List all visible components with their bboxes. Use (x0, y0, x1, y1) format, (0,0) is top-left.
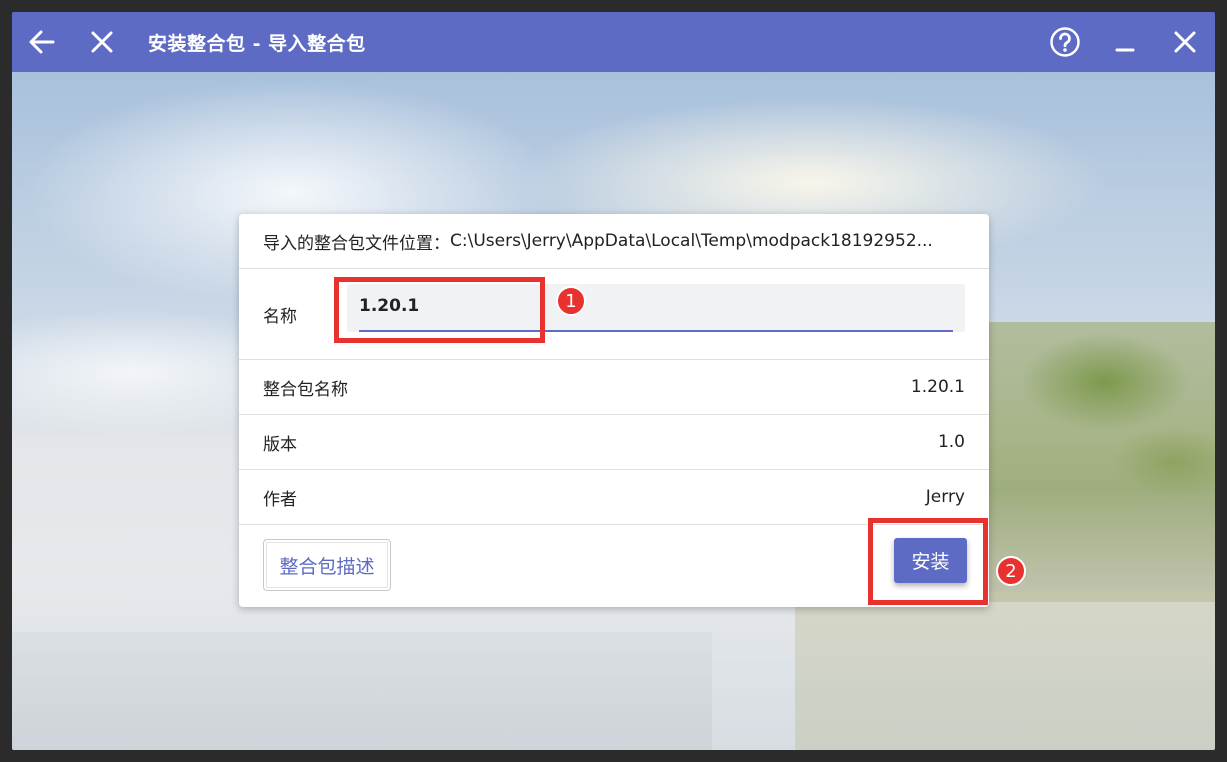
close-window-button[interactable] (1155, 12, 1215, 72)
back-button[interactable] (12, 12, 72, 72)
close-page-button[interactable] (72, 12, 132, 72)
version-label: 版本 (263, 434, 297, 455)
background-trees (955, 322, 1215, 602)
highlight-box-install-button (868, 518, 988, 605)
modpack-name-label: 整合包名称 (263, 379, 348, 400)
file-location-label: 导入的整合包文件位置： (263, 233, 450, 254)
background-water (12, 632, 712, 750)
background-shore (795, 592, 1215, 750)
name-label: 名称 (263, 306, 297, 327)
file-location-value: C:\Users\Jerry\AppData\Local\Temp\modpac… (450, 231, 933, 251)
minimize-icon (1115, 48, 1135, 52)
info-row-version: 版本 1.0 (239, 415, 989, 470)
modpack-name-value: 1.20.1 (910, 377, 965, 397)
info-row-author: 作者 Jerry (239, 470, 989, 525)
app-window: 安装整合包 - 导入整合包 导入的整合包文件位置： C:\Users\Jerry… (12, 12, 1215, 750)
modpack-description-button[interactable]: 整合包描述 (263, 539, 391, 591)
author-label: 作者 (263, 489, 297, 510)
close-icon (1174, 31, 1196, 53)
title-bar: 安装整合包 - 导入整合包 (12, 12, 1215, 72)
help-button[interactable] (1035, 12, 1095, 72)
window-title: 安装整合包 - 导入整合包 (148, 32, 366, 55)
annotation-marker-2: 2 (996, 556, 1026, 586)
background-scene: 导入的整合包文件位置： C:\Users\Jerry\AppData\Local… (12, 72, 1215, 750)
highlight-box-name-input (334, 277, 545, 343)
author-value: Jerry (925, 487, 965, 507)
arrow-left-icon (29, 30, 55, 54)
info-row-modpack-name: 整合包名称 1.20.1 (239, 360, 989, 415)
minimize-button[interactable] (1095, 12, 1155, 72)
version-value: 1.0 (937, 432, 965, 452)
file-location-row: 导入的整合包文件位置： C:\Users\Jerry\AppData\Local… (239, 214, 989, 269)
close-icon (91, 31, 113, 53)
help-circle-icon (1050, 27, 1080, 57)
annotation-marker-1: 1 (556, 286, 586, 316)
